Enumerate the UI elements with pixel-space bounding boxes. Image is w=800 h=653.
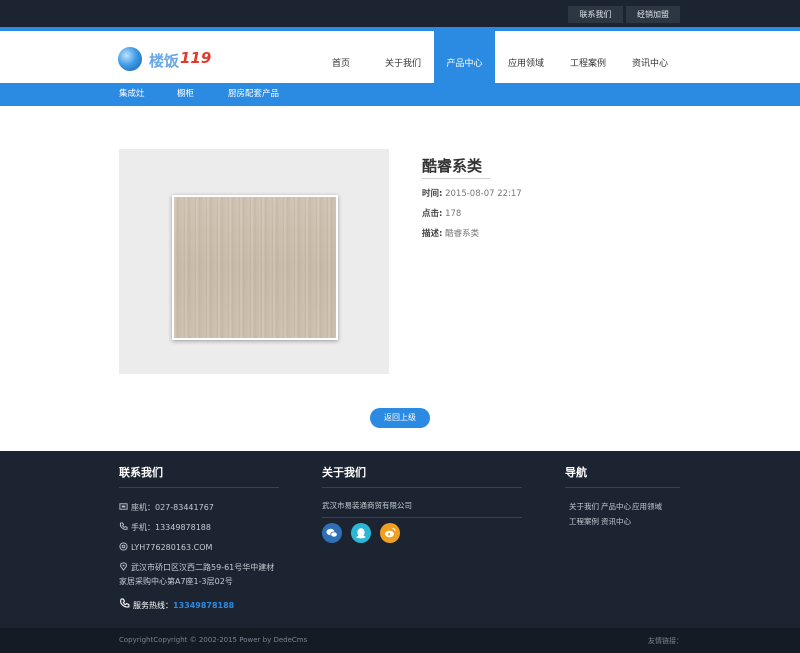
sub-nav: 集成灶 橱柜 厨房配套产品 <box>0 83 800 106</box>
location-icon <box>120 562 127 571</box>
footer-hotline: 服务热线：13349878188 <box>119 598 234 611</box>
footer-about-rule-2 <box>322 517 522 518</box>
bottom-bar: CopyrightCopyright © 2002-2015 Power by … <box>0 628 800 653</box>
logo[interactable]: 楼饭 119 <box>118 45 212 71</box>
footer-address: 武汉市硚口区汉西二路59-61号华中建材 <box>119 562 274 573</box>
footer-phone: 座机：027-83441767 <box>119 502 214 513</box>
weibo-icon[interactable] <box>380 523 400 543</box>
footer-email-text: LYH776280163.COM <box>131 543 213 552</box>
product-time: 时间: 2015-08-07 22:17 <box>422 187 522 199</box>
logo-text: 楼饭 <box>149 52 180 70</box>
copyright: CopyrightCopyright © 2002-2015 Power by … <box>119 636 308 644</box>
nav-news[interactable]: 资讯中心 <box>626 31 674 83</box>
footer-email: LYH776280163.COM <box>119 542 212 552</box>
nav-products[interactable]: 产品中心 <box>434 31 495 83</box>
desc-label: 描述: <box>422 229 443 239</box>
mobile-icon <box>119 522 128 530</box>
product-clicks: 点击: 178 <box>422 207 461 219</box>
footer-link-applications[interactable]: 应用领域 <box>632 501 662 512</box>
product-title: 酷睿系类 <box>422 157 483 175</box>
time-label: 时间: <box>422 189 443 199</box>
nav-home[interactable]: 首页 <box>318 31 364 83</box>
time-value: 2015-08-07 22:17 <box>445 189 522 199</box>
product-description: 描述: 酷睿系类 <box>422 227 479 239</box>
footer-link-products[interactable]: 产品中心 <box>601 501 631 512</box>
nav-applications[interactable]: 应用领域 <box>502 31 550 83</box>
footer-contact-rule <box>119 487 279 488</box>
footer-address-line2: 家居采购中心第A7座1-3层02号 <box>119 577 233 586</box>
footer-phone-text: 座机：027-83441767 <box>131 503 214 512</box>
footer-about-heading: 关于我们 <box>322 466 366 479</box>
desc-value: 酷睿系类 <box>445 229 480 239</box>
top-bar: 联系我们 经销加盟 <box>0 0 800 27</box>
subnav-cabinet[interactable]: 橱柜 <box>177 83 194 106</box>
title-divider <box>422 178 490 179</box>
footer-nav-rule <box>565 487 680 488</box>
footer-link-about[interactable]: 关于我们 <box>569 501 599 512</box>
email-icon <box>119 542 128 551</box>
top-contact-button[interactable]: 联系我们 <box>568 6 623 23</box>
footer-link-news[interactable]: 资讯中心 <box>601 516 631 527</box>
footer-link-cases[interactable]: 工程案例 <box>569 516 599 527</box>
phone-icon <box>119 503 128 510</box>
hotline-icon <box>120 598 130 608</box>
footer-contact-heading: 联系我们 <box>119 466 163 479</box>
qq-icon[interactable] <box>351 523 371 543</box>
top-dealer-button[interactable]: 经销加盟 <box>626 6 680 23</box>
clicks-value: 178 <box>445 209 462 219</box>
footer-nav-heading: 导航 <box>565 466 587 479</box>
footer-mobile: 手机：13349878188 <box>119 522 211 533</box>
nav-cases[interactable]: 工程案例 <box>564 31 612 83</box>
logo-number: 119 <box>180 49 212 67</box>
header: 楼饭 119 首页 关于我们 产品中心 应用领域 工程案例 资讯中心 <box>0 31 800 83</box>
footer-company: 武汉市易装通商贸有限公司 <box>322 501 412 510</box>
back-button[interactable]: 返回上级 <box>370 408 430 428</box>
hotline-number: 13349878188 <box>173 601 235 610</box>
subnav-integrated-stove[interactable]: 集成灶 <box>119 83 145 106</box>
product-image-frame <box>119 149 389 374</box>
footer-about-rule <box>322 487 522 488</box>
friend-links-label: 友情链接： <box>648 637 683 645</box>
globe-icon <box>118 47 142 71</box>
wechat-icon[interactable] <box>322 523 342 543</box>
clicks-label: 点击: <box>422 209 443 219</box>
subnav-kitchen-accessories[interactable]: 厨房配套产品 <box>228 83 279 106</box>
nav-about[interactable]: 关于我们 <box>378 31 428 83</box>
footer-address-line1: 武汉市硚口区汉西二路59-61号华中建材 <box>131 563 275 572</box>
product-image <box>172 195 338 340</box>
footer: 联系我们 座机：027-83441767 手机：13349878188 LYH7… <box>0 451 800 628</box>
footer-mobile-text: 手机：13349878188 <box>131 523 211 532</box>
hotline-label: 服务热线： <box>133 601 173 610</box>
